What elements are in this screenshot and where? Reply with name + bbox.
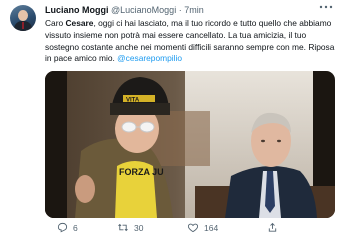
more-icon[interactable] xyxy=(319,2,333,15)
avatar-head xyxy=(18,10,28,21)
like-button[interactable]: 164 xyxy=(187,222,218,233)
action-bar: 6 30 164 xyxy=(45,222,335,236)
share-button[interactable] xyxy=(267,222,278,233)
beanie-text: VITA xyxy=(126,98,140,104)
author-handle[interactable]: @LucianoMoggi xyxy=(111,5,176,15)
like-count: 164 xyxy=(204,222,219,233)
tweet-header: Luciano Moggi @LucianoMoggi · 7min xyxy=(45,5,204,16)
tweet-timestamp[interactable]: 7min xyxy=(184,5,204,15)
avatar[interactable] xyxy=(10,5,36,31)
tweet-text-part1: Caro xyxy=(45,18,66,28)
reply-count: 6 xyxy=(73,222,78,233)
tweet[interactable]: Luciano Moggi @LucianoMoggi · 7min Caro … xyxy=(0,0,345,242)
avatar-tie xyxy=(22,22,24,29)
reply-icon xyxy=(57,222,68,233)
photo-illustration: FORZA JU VITA xyxy=(45,71,335,218)
mention-link[interactable]: @cesarepompilio xyxy=(117,53,182,63)
retweet-icon xyxy=(118,223,128,232)
tweet-text: Caro Cesare, oggi ci hai lasciato, ma il… xyxy=(45,18,335,65)
shirt-text: FORZA JU xyxy=(119,167,164,177)
share-icon xyxy=(268,222,277,232)
retweet-button[interactable]: 30 xyxy=(117,222,143,233)
reply-button[interactable]: 6 xyxy=(57,222,78,233)
tweet-photo[interactable]: FORZA JU VITA xyxy=(45,71,335,218)
author-name[interactable]: Luciano Moggi xyxy=(45,5,109,15)
separator-dot: · xyxy=(178,5,182,15)
retweet-count: 30 xyxy=(134,222,144,233)
heart-icon xyxy=(187,223,199,233)
tweet-bold-name: Cesare xyxy=(65,18,94,28)
